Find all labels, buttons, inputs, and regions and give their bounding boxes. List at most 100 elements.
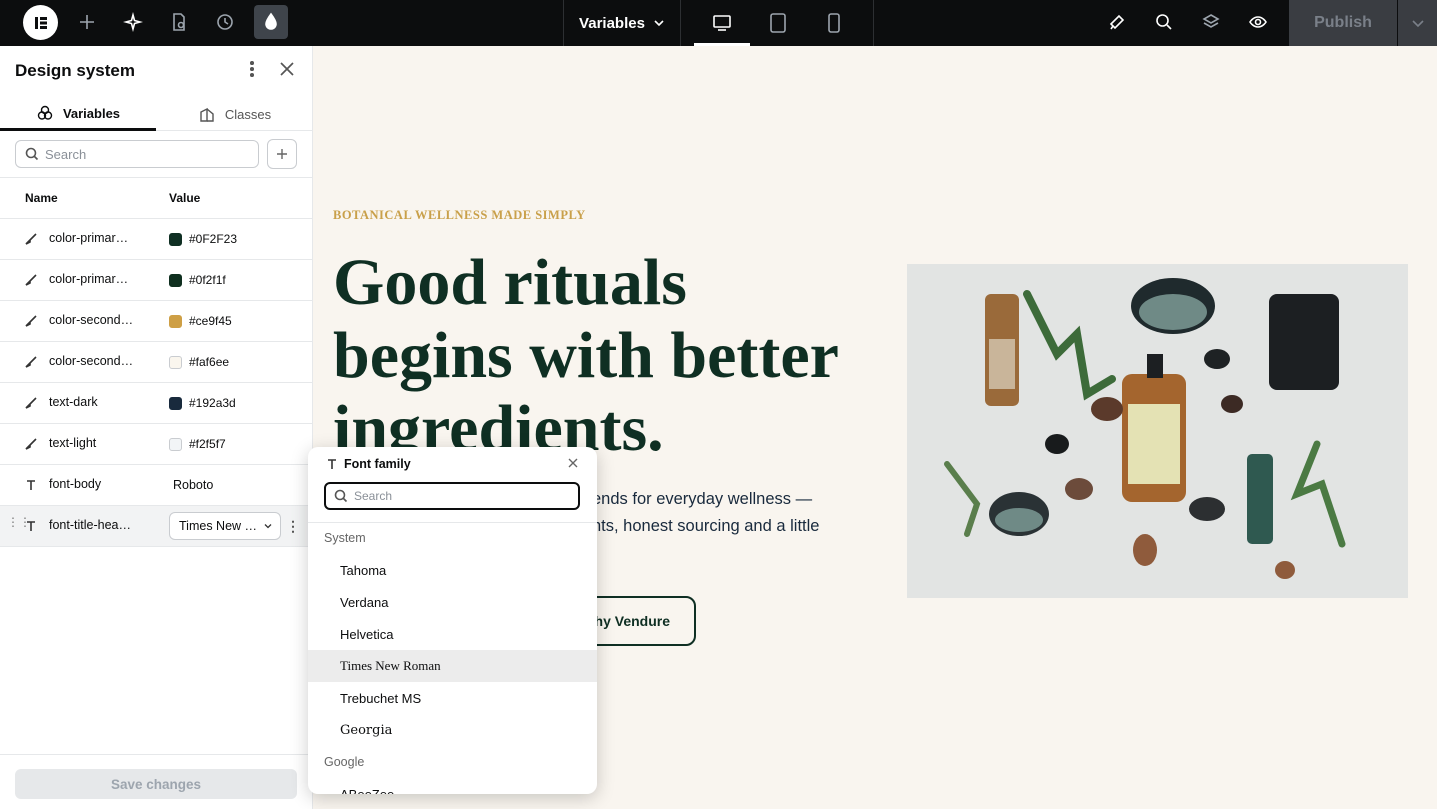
font-option[interactable]: Georgia <box>308 714 597 746</box>
layers-icon[interactable] <box>1194 5 1228 39</box>
search-icon <box>25 147 39 161</box>
close-icon[interactable] <box>567 456 583 472</box>
plus-icon <box>277 149 287 159</box>
design-system-drop-icon[interactable] <box>254 5 288 39</box>
brush-icon <box>24 232 38 246</box>
brush-icon <box>24 273 38 287</box>
variable-row[interactable]: font-body Roboto <box>0 465 313 506</box>
variable-value: #ce9f45 <box>189 314 232 328</box>
variable-row[interactable]: color-primar… #0f2f1f <box>0 260 313 301</box>
font-option[interactable]: Tahoma <box>308 554 597 586</box>
desktop-view-icon[interactable] <box>694 0 750 46</box>
column-header-name: Name <box>25 191 58 205</box>
variable-name: color-second… <box>49 354 134 368</box>
notifications-megaphone-icon[interactable] <box>1100 5 1134 39</box>
text-type-icon <box>328 459 336 469</box>
save-bar: Save changes <box>0 754 313 809</box>
color-swatch[interactable] <box>169 397 182 410</box>
save-changes-button[interactable]: Save changes <box>15 769 297 799</box>
variable-name: color-primar… <box>49 231 129 245</box>
brush-icon <box>24 396 38 410</box>
color-swatch[interactable] <box>169 274 182 287</box>
toolbar-divider <box>873 0 874 46</box>
panel-tabs: Variables Classes <box>0 98 313 131</box>
variables-search-input[interactable]: Search <box>15 140 259 168</box>
column-header-value: Value <box>169 191 201 205</box>
variables-icon <box>37 105 53 120</box>
variable-name: text-light <box>49 436 97 450</box>
font-option[interactable]: Verdana <box>308 586 597 618</box>
ai-sparkle-icon[interactable] <box>116 5 150 39</box>
page-settings-icon[interactable] <box>162 5 196 39</box>
variable-value: #0F2F23 <box>189 232 238 246</box>
variables-dropdown[interactable]: Variables <box>563 0 681 46</box>
font-option[interactable]: Trebuchet MS <box>308 682 597 714</box>
variable-value: Roboto <box>173 478 214 492</box>
product-photo[interactable] <box>907 264 1408 598</box>
chevron-down-icon <box>654 20 664 27</box>
font-search-input[interactable]: Search <box>324 482 580 510</box>
font-value-select[interactable]: Times New … <box>169 512 281 540</box>
row-more-options-icon[interactable]: ⋮ <box>286 518 300 535</box>
brush-icon <box>24 355 38 369</box>
classes-icon <box>200 107 214 122</box>
chevron-down-icon <box>1411 20 1424 28</box>
variable-row-selected[interactable]: ⋮⋮ font-title-hea… Times New … ⋮ <box>0 506 313 547</box>
divider <box>308 522 597 523</box>
tablet-view-icon[interactable] <box>750 0 806 46</box>
color-swatch[interactable] <box>169 233 182 246</box>
publish-button[interactable]: Publish <box>1289 0 1397 46</box>
brush-icon <box>24 314 38 328</box>
preview-eye-icon[interactable] <box>1241 5 1275 39</box>
variable-row[interactable]: color-primar… #0F2F23 <box>0 219 313 260</box>
font-option[interactable]: ABeeZee <box>308 778 597 795</box>
font-search-placeholder: Search <box>354 489 393 503</box>
variable-value: #0f2f1f <box>189 273 226 287</box>
hero-heading[interactable]: Good rituals begins with better ingredie… <box>333 246 853 465</box>
variable-value: #f2f5f7 <box>189 437 226 451</box>
variable-value: #faf6ee <box>189 355 230 369</box>
font-group-system: System <box>324 531 366 545</box>
variable-row[interactable]: color-second… #ce9f45 <box>0 301 313 342</box>
variables-table-header: Name Value <box>0 177 313 219</box>
mobile-view-icon[interactable] <box>806 0 862 46</box>
variable-value: #192a3d <box>189 396 236 410</box>
close-icon[interactable] <box>278 60 296 78</box>
color-swatch[interactable] <box>169 356 182 369</box>
variable-name: color-second… <box>49 313 134 327</box>
panel-title: Design system <box>15 61 135 80</box>
font-value-label: Times New … <box>179 519 258 533</box>
color-swatch[interactable] <box>169 315 182 328</box>
more-options-icon[interactable] <box>243 60 261 78</box>
tab-variables-label: Variables <box>62 105 121 121</box>
elementor-logo-icon[interactable] <box>23 5 58 40</box>
text-type-icon <box>24 478 38 492</box>
tab-variables[interactable]: Variables <box>0 98 156 131</box>
tab-classes[interactable]: Classes <box>156 98 313 131</box>
font-option-highlighted[interactable]: Times New Roman <box>308 650 597 682</box>
variables-dropdown-label: Variables <box>579 14 645 32</box>
design-system-panel: Design system Variables Classes Search N… <box>0 46 313 809</box>
add-element-icon[interactable] <box>70 5 104 39</box>
variable-row[interactable]: text-light #f2f5f7 <box>0 424 313 465</box>
chevron-down-icon <box>264 524 272 529</box>
drag-handle-icon[interactable]: ⋮⋮ <box>7 516 31 533</box>
color-swatch[interactable] <box>169 438 182 451</box>
search-icon[interactable] <box>1147 5 1181 39</box>
variable-row[interactable]: color-second… #faf6ee <box>0 342 313 383</box>
hero-eyebrow[interactable]: BOTANICAL WELLNESS MADE SIMPLY <box>333 208 586 223</box>
history-icon[interactable] <box>208 5 242 39</box>
add-variable-button[interactable] <box>267 139 297 169</box>
variable-name: font-body <box>49 477 102 491</box>
popover-title: Font family <box>344 457 411 471</box>
publish-options-button[interactable] <box>1398 0 1437 46</box>
tab-classes-label: Classes <box>224 107 272 122</box>
variable-row[interactable]: text-dark #192a3d <box>0 383 313 424</box>
font-family-popover: Font family Search System Tahoma Verdana… <box>308 447 597 794</box>
search-placeholder: Search <box>45 146 87 162</box>
variable-name: font-title-hea… <box>49 518 131 532</box>
text-type-icon <box>24 519 38 533</box>
brush-icon <box>24 437 38 451</box>
top-bar: Variables Publish <box>0 0 1437 46</box>
font-option[interactable]: Helvetica <box>308 618 597 650</box>
